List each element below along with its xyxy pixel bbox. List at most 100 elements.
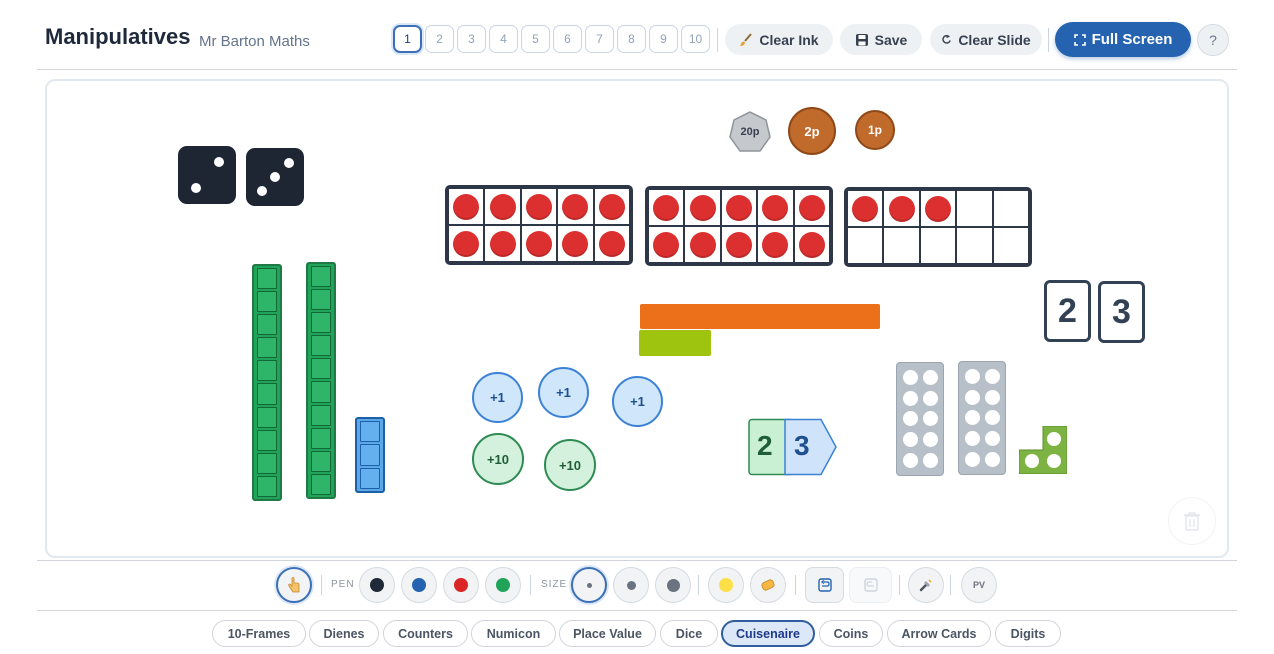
save-button[interactable]: Save bbox=[840, 24, 922, 55]
clear-slide-button[interactable]: Clear Slide bbox=[930, 24, 1042, 55]
size-dot bbox=[666, 578, 680, 592]
flashlight-icon bbox=[919, 579, 932, 592]
pen-color-blue[interactable] bbox=[401, 567, 437, 603]
page-title: Manipulatives bbox=[45, 24, 191, 49]
red-counter bbox=[888, 195, 915, 222]
ten-frame-1[interactable] bbox=[445, 185, 633, 265]
eraser-tool[interactable] bbox=[750, 567, 786, 603]
coin-2p[interactable]: 2p bbox=[788, 107, 836, 155]
clear-ink-button[interactable]: Clear Ink bbox=[725, 24, 833, 55]
counter-plus-ten[interactable]: +10 bbox=[472, 433, 524, 485]
tab-cuisenaire[interactable]: Cuisenaire bbox=[721, 620, 815, 647]
numicon-hole bbox=[964, 452, 980, 468]
undo-button[interactable] bbox=[805, 567, 844, 603]
slide-button-4[interactable]: 4 bbox=[489, 25, 518, 53]
ten-frame-2[interactable] bbox=[645, 186, 833, 266]
numicon-hole bbox=[902, 411, 918, 427]
numicon-ten[interactable] bbox=[896, 362, 944, 476]
numicon-three-shape-icon bbox=[1018, 425, 1068, 475]
die-pip bbox=[257, 186, 267, 196]
pointer-tool[interactable] bbox=[276, 567, 312, 603]
ten-frame-cell bbox=[884, 191, 919, 226]
reset-icon bbox=[942, 34, 952, 44]
slide-button-8[interactable]: 8 bbox=[617, 25, 646, 53]
color-swatch bbox=[496, 578, 510, 592]
ten-frame-cell bbox=[920, 228, 956, 263]
numicon-ten[interactable] bbox=[958, 361, 1006, 475]
full-screen-button[interactable]: Full Screen bbox=[1055, 22, 1191, 57]
coin-1p[interactable]: 1p bbox=[855, 110, 895, 150]
digit-card[interactable]: 3 bbox=[1098, 281, 1145, 343]
red-counter bbox=[653, 194, 680, 221]
ten-frame-cell bbox=[485, 189, 520, 224]
red-counter bbox=[725, 231, 752, 258]
rod-unit bbox=[360, 421, 380, 443]
help-button[interactable]: ? bbox=[1197, 24, 1229, 56]
rod-unit bbox=[257, 383, 277, 405]
slide-button-3[interactable]: 3 bbox=[457, 25, 486, 53]
slide-button-9[interactable]: 9 bbox=[649, 25, 678, 53]
arrow-card[interactable]: 2 3 bbox=[748, 418, 840, 476]
pen-color-green[interactable] bbox=[485, 567, 521, 603]
tab-dienes[interactable]: Dienes bbox=[309, 620, 379, 647]
arrow-card-ones: 3 bbox=[794, 430, 810, 461]
ten-frame-cell bbox=[993, 228, 1028, 263]
red-counter bbox=[562, 193, 589, 220]
counter-plus-ten[interactable]: +10 bbox=[544, 439, 596, 491]
torch-tool[interactable] bbox=[908, 567, 944, 603]
pen-color-black[interactable] bbox=[359, 567, 395, 603]
color-swatch bbox=[370, 578, 384, 592]
highlighter-tool[interactable] bbox=[708, 567, 744, 603]
trash-bin[interactable] bbox=[1168, 497, 1216, 545]
numicon-hole bbox=[964, 368, 980, 384]
toolbar-divider bbox=[321, 575, 322, 595]
slide-button-2[interactable]: 2 bbox=[425, 25, 454, 53]
die-pip bbox=[270, 172, 280, 182]
die-three[interactable] bbox=[246, 148, 304, 206]
tab-10-frames[interactable]: 10-Frames bbox=[212, 620, 306, 647]
red-counter bbox=[525, 230, 552, 257]
counter-plus-one[interactable]: +1 bbox=[612, 376, 663, 427]
numicon-three[interactable] bbox=[1018, 425, 1068, 475]
tab-coins[interactable]: Coins bbox=[819, 620, 883, 647]
ten-frame-3[interactable] bbox=[844, 187, 1032, 267]
red-counter bbox=[598, 230, 625, 257]
numicon-hole bbox=[964, 389, 980, 405]
pen-color-red[interactable] bbox=[443, 567, 479, 603]
counter-plus-one[interactable]: +1 bbox=[538, 367, 589, 418]
cuisenaire-orange-rod[interactable] bbox=[640, 304, 880, 329]
tab-dice[interactable]: Dice bbox=[660, 620, 718, 647]
red-counter bbox=[725, 194, 752, 221]
pen-size-medium[interactable] bbox=[613, 567, 649, 603]
redo-button[interactable] bbox=[849, 567, 892, 603]
tab-numicon[interactable]: Numicon bbox=[471, 620, 556, 647]
red-counter bbox=[562, 230, 589, 257]
counter-plus-one[interactable]: +1 bbox=[472, 372, 523, 423]
slide-button-10[interactable]: 10 bbox=[681, 25, 710, 53]
tab-counters[interactable]: Counters bbox=[383, 620, 468, 647]
coin-20p[interactable]: 20p bbox=[728, 110, 772, 154]
rod-unit bbox=[257, 429, 277, 451]
numicon-hole bbox=[922, 390, 938, 406]
place-value-toggle[interactable]: PV bbox=[961, 567, 997, 603]
cuisenaire-lime-rod[interactable] bbox=[639, 330, 711, 356]
rod-unit bbox=[311, 358, 331, 380]
rod-unit bbox=[257, 452, 277, 474]
tab-arrow-cards[interactable]: Arrow Cards bbox=[887, 620, 991, 647]
rod-unit bbox=[311, 381, 331, 403]
slide-button-1[interactable]: 1 bbox=[393, 25, 422, 53]
tab-place-value[interactable]: Place Value bbox=[559, 620, 656, 647]
slide-button-5[interactable]: 5 bbox=[521, 25, 550, 53]
pen-size-small[interactable] bbox=[571, 567, 607, 603]
slide-button-6[interactable]: 6 bbox=[553, 25, 582, 53]
slide-button-7[interactable]: 7 bbox=[585, 25, 614, 53]
dienes-ten-rod[interactable] bbox=[306, 262, 336, 499]
die-two[interactable] bbox=[178, 146, 236, 204]
numicon-hole bbox=[902, 432, 918, 448]
ten-frame-cell bbox=[594, 189, 629, 224]
digit-card[interactable]: 2 bbox=[1044, 280, 1091, 342]
tab-digits[interactable]: Digits bbox=[995, 620, 1061, 647]
dienes-ten-rod[interactable] bbox=[252, 264, 282, 501]
cuisenaire-three-rod[interactable] bbox=[355, 417, 385, 493]
pen-size-large[interactable] bbox=[655, 567, 691, 603]
